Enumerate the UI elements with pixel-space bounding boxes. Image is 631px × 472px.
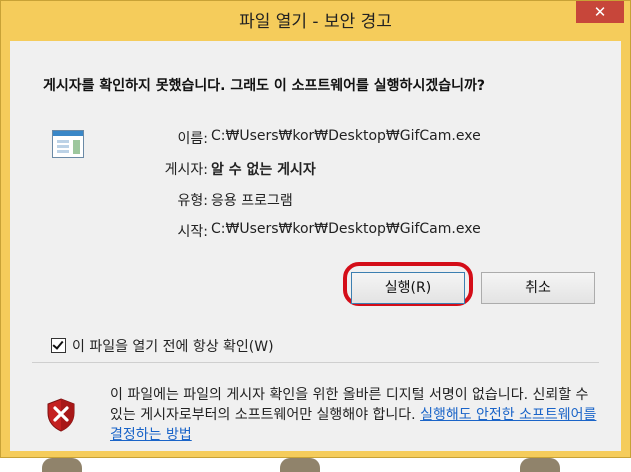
detail-label: 이름: — [177, 131, 208, 147]
checkbox-label: 이 파일을 열기 전에 항상 확인(W) — [72, 339, 274, 355]
background-decoration — [280, 458, 320, 472]
warning-headline: 게시자를 확인하지 못했습니다. 그래도 이 소프트웨어를 실행하시겠습니까? — [43, 78, 485, 94]
security-warning-dialog: 파일 열기 - 보안 경고 ✕ 게시자를 확인하지 못했습니다. 그래도 이 소… — [0, 0, 631, 458]
footer-panel: 이 파일에는 파일의 게시자 확인을 위한 올바른 디지털 서명이 없습니다. … — [10, 363, 621, 451]
detail-label: 시작: — [177, 224, 208, 240]
detail-value: C:₩Users₩kor₩Desktop₩GifCam.exe — [211, 221, 481, 237]
application-window-icon — [52, 130, 84, 158]
detail-value: 알 수 없는 게시자 — [211, 162, 316, 178]
security-warning-shield-icon — [47, 398, 75, 432]
detail-label: 유형: — [177, 193, 208, 209]
close-button[interactable]: ✕ — [576, 1, 624, 23]
title-bar[interactable]: 파일 열기 - 보안 경고 ✕ — [1, 1, 630, 41]
run-button[interactable]: 실행(R) — [351, 272, 465, 304]
background-decoration — [42, 458, 82, 472]
cancel-button[interactable]: 취소 — [481, 272, 595, 304]
detail-label: 게시자: — [164, 162, 208, 178]
background-decoration — [520, 458, 560, 472]
detail-value: 응용 프로그램 — [211, 193, 293, 209]
always-ask-checkbox-row[interactable]: 이 파일을 열기 전에 항상 확인(W) — [51, 336, 274, 356]
main-panel: 게시자를 확인하지 못했습니다. 그래도 이 소프트웨어를 실행하시겠습니까? … — [18, 47, 613, 355]
footer-message: 이 파일에는 파일의 게시자 확인을 위한 올바른 디지털 서명이 없습니다. … — [110, 385, 600, 445]
window-title: 파일 열기 - 보안 경고 — [239, 12, 392, 32]
detail-value: C:₩Users₩kor₩Desktop₩GifCam.exe — [211, 128, 481, 144]
always-ask-checkbox[interactable] — [51, 338, 66, 353]
dialog-content: 게시자를 확인하지 못했습니다. 그래도 이 소프트웨어를 실행하시겠습니까? … — [10, 41, 621, 451]
